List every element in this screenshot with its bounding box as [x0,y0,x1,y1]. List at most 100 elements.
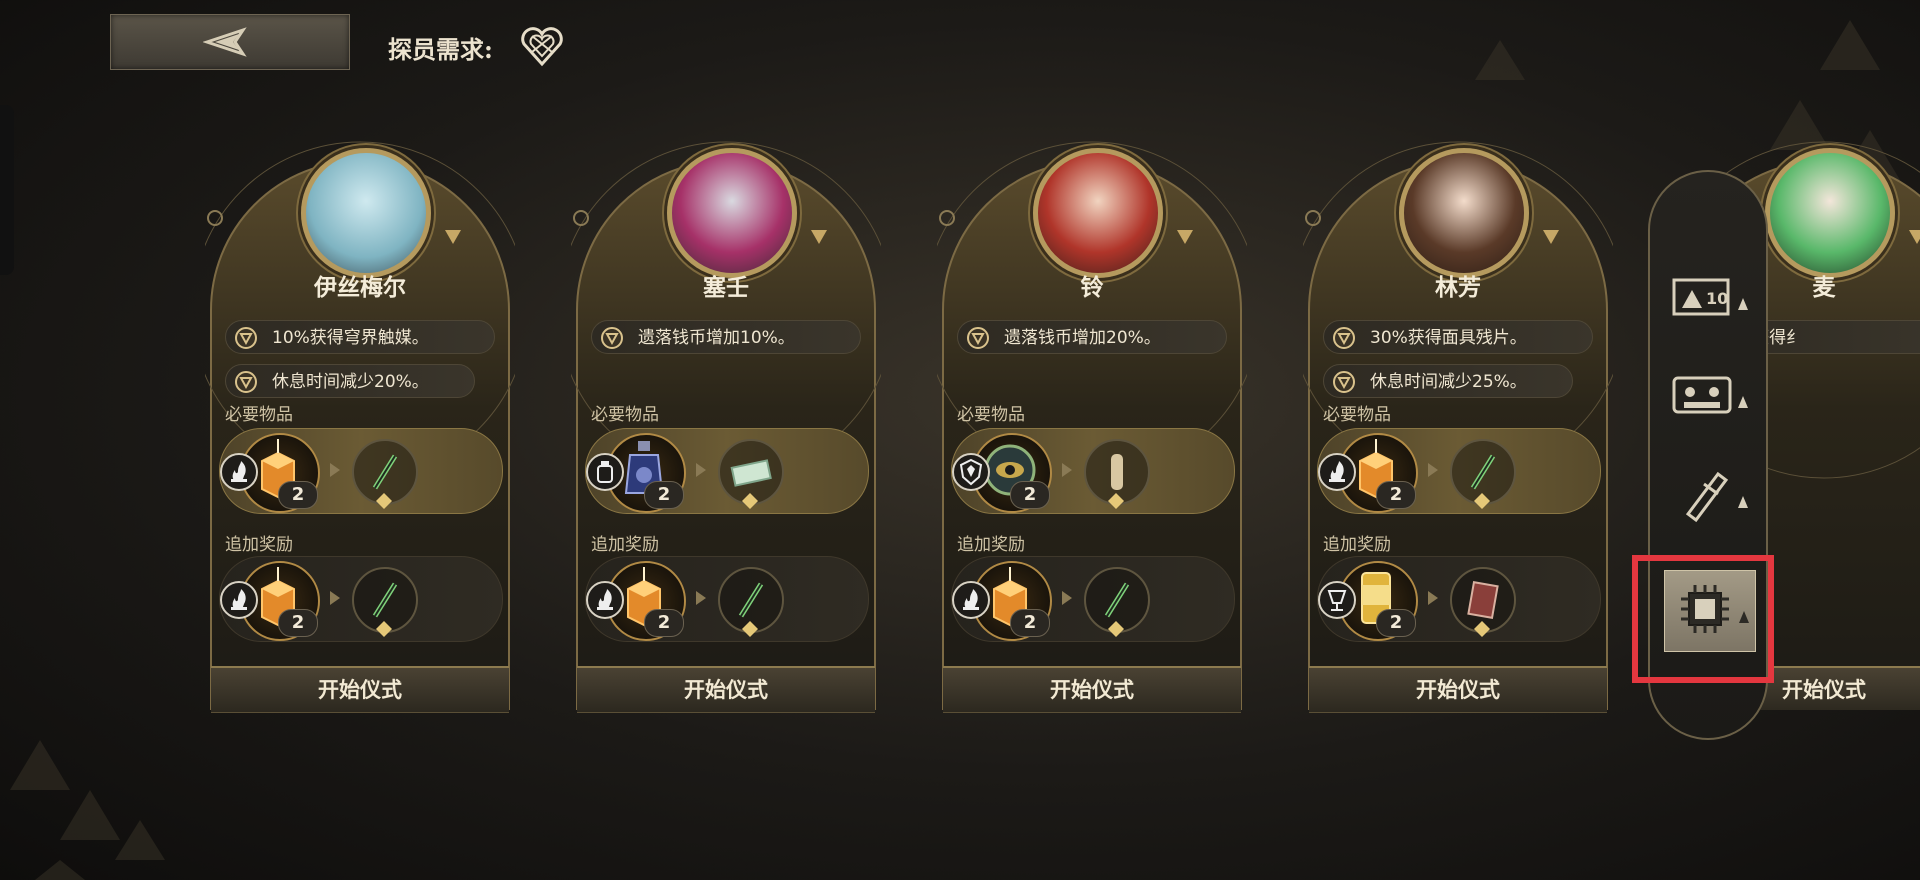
character-card: 塞壬遗落钱币增加10%。必要物品 2 追加奖励 2 开始仪式 [571,140,881,713]
arrow-right-icon [330,591,340,605]
required-item-row: 2 [1317,428,1601,514]
arrow-right-icon [1428,463,1438,477]
syringe-icon[interactable] [1450,439,1516,509]
buff-text: 遗落钱币增加20%。 [1004,328,1161,348]
required-items-label: 必要物品 [225,405,293,425]
buff-row: 休息时间减少25%。 [1323,364,1573,398]
required-item-row: 2 [585,428,869,514]
item-count: 2 [1376,481,1416,509]
required-item-row: 2 [219,428,503,514]
book-icon[interactable] [1450,567,1516,637]
character-portrait [1033,148,1163,278]
buff-row: 30%获得面具残片。 [1323,320,1593,354]
item-count: 2 [278,481,318,509]
arrow-right-icon [330,463,340,477]
bonus-item-row: 2 [219,556,503,642]
buff-text: 遗落钱币增加10%。 [638,328,795,348]
start-ritual-button[interactable]: 开始仪式 [211,666,509,713]
buff-icon [235,371,257,393]
buff-text: 休息时间减少25%。 [1370,372,1527,392]
back-arrow-icon [203,27,247,57]
star-icon [376,621,392,637]
syringe-icon[interactable] [352,439,418,509]
buff-row: 遗落钱币增加10%。 [591,320,861,354]
selection-highlight [1632,555,1774,683]
character-card: 伊丝梅尔 10%获得穹界触媒。 休息时间减少20%。必要物品 2 追加奖励 2 开始仪式 [205,140,515,713]
start-ritual-button[interactable]: 开始仪式 [1309,666,1607,713]
cassette-icon [1672,376,1732,414]
item-count: 2 [1010,481,1050,509]
character-name: 塞壬 [703,274,749,301]
bonus-rewards-label: 追加奖励 [225,535,293,555]
flame-icon [952,581,990,619]
character-portrait [301,148,431,278]
character-portrait [667,148,797,278]
buff-icon [601,327,623,349]
buff-row: 遗落钱币增加20%。 [957,320,1227,354]
required-items-label: 必要物品 [591,405,659,425]
bonus-rewards-label: 追加奖励 [591,535,659,555]
item-count: 2 [644,481,684,509]
cash-stack-icon[interactable] [718,439,784,509]
shield-icon [952,453,990,491]
heart-emblem-icon [521,27,563,67]
item-count: 2 [1376,609,1416,637]
scroll-icon[interactable] [1084,439,1150,509]
buff-text: 10%获得穹界触媒。 [272,328,429,348]
item-count: 2 [278,609,318,637]
left-edge-handle [0,105,14,275]
syringe-icon[interactable] [1084,567,1150,637]
bonus-item-row: 2 [951,556,1235,642]
required-items-label: 必要物品 [1323,405,1391,425]
bonus-rewards-label: 追加奖励 [957,535,1025,555]
requirement-label: 探员需求: [388,35,493,64]
character-name: 伊丝梅尔 [314,274,406,301]
arrow-right-icon [1428,591,1438,605]
svg-text:10: 10 [1706,289,1728,308]
item-count: 2 [644,609,684,637]
star-icon [742,493,758,509]
syringe-icon[interactable] [352,567,418,637]
start-ritual-button[interactable]: 开始仪式 [943,666,1241,713]
buff-row: 10%获得穹界触媒。 [225,320,495,354]
bonus-rewards-label: 追加奖励 [1323,535,1391,555]
buff-row: 休息时间减少20%。 [225,364,475,398]
character-name: 林芳 [1435,274,1481,301]
item-count: 2 [1010,609,1050,637]
bottle-icon [586,453,624,491]
star-icon [1108,493,1124,509]
arrow-right-icon [1062,463,1072,477]
star-icon [376,493,392,509]
buff-icon [967,327,989,349]
flame-icon [220,581,258,619]
arrow-right-icon [696,591,706,605]
buff-text: 休息时间减少20%。 [272,372,429,392]
start-ritual-button[interactable]: 开始仪式 [577,666,875,713]
flame-icon [220,453,258,491]
star-icon [742,621,758,637]
buff-text: 30%获得面具残片。 [1370,328,1527,348]
buff-icon [235,327,257,349]
required-items-label: 必要物品 [957,405,1025,425]
arrow-right-icon [1062,591,1072,605]
character-name: 铃 [1080,274,1104,301]
character-portrait [1765,148,1895,278]
ticket-10-icon: 10 [1672,278,1730,316]
flame-icon [1318,453,1356,491]
syringe-icon[interactable] [718,567,784,637]
buff-icon [1333,327,1355,349]
side-button-ticket[interactable]: 10 [1664,258,1754,338]
character-portrait [1399,148,1529,278]
back-button[interactable] [110,14,350,70]
flame-icon [586,581,624,619]
required-item-row: 2 [951,428,1235,514]
side-button-pen[interactable] [1664,456,1754,536]
character-card: 铃遗落钱币增加20%。必要物品 2 追加奖励 2 开始仪式 [937,140,1247,713]
side-button-cassette[interactable] [1664,356,1754,436]
star-icon [1108,621,1124,637]
buff-icon [1333,371,1355,393]
bonus-item-row: 2 [585,556,869,642]
star-icon [1474,621,1490,637]
bonus-item-row: 2 [1317,556,1601,642]
arrow-right-icon [696,463,706,477]
